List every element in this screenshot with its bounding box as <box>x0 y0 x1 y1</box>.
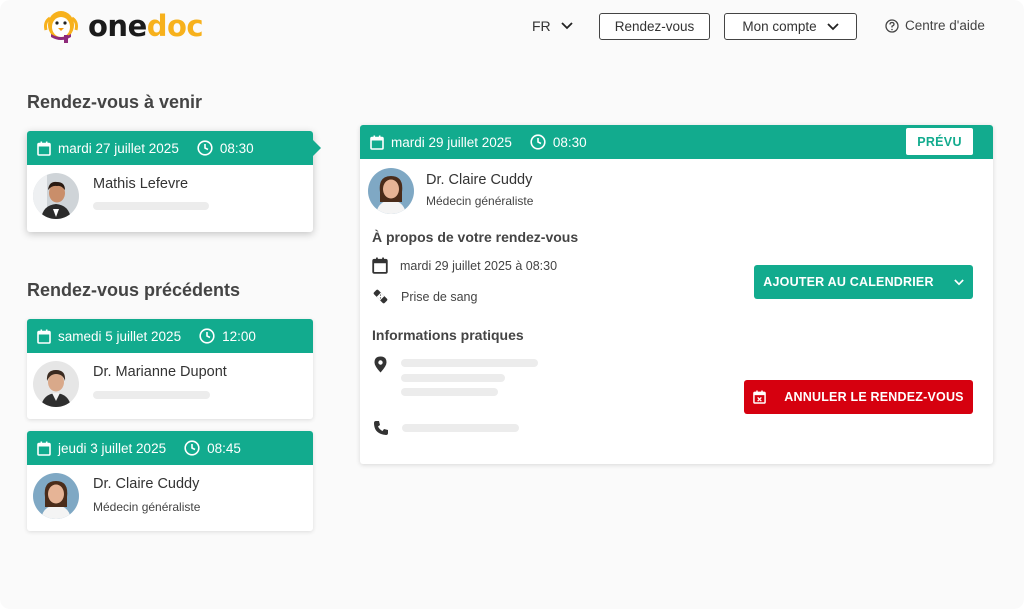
practitioner-name: Dr. Marianne Dupont <box>93 364 227 380</box>
cancel-appointment-label: ANNULER LE RENDEZ-VOUS <box>784 390 964 404</box>
calendar-icon <box>370 135 384 150</box>
past-appointment-card[interactable]: jeudi 3 juillet 2025 08:45 Dr. Claire Cu… <box>27 431 313 531</box>
onedoc-logo[interactable]: onedoc <box>42 8 204 44</box>
skeleton-placeholder <box>401 388 498 396</box>
appointment-reason: Prise de sang <box>401 289 478 304</box>
detail-header: mardi 29 juillet 2025 08:30 PRÉVU <box>360 125 993 159</box>
question-circle-icon <box>885 18 899 33</box>
past-section-title: Rendez-vous précédents <box>27 280 241 300</box>
appointments-button-label: Rendez-vous <box>614 19 695 34</box>
help-center-label: Centre d'aide <box>905 18 985 33</box>
card-header: jeudi 3 juillet 2025 08:45 <box>27 431 313 465</box>
skeleton-placeholder <box>402 424 519 432</box>
appointment-reason-row: Prise de sang <box>372 288 477 305</box>
location-pin-icon <box>374 356 387 373</box>
clock-icon <box>197 140 213 156</box>
status-badge: PRÉVU <box>906 128 973 155</box>
practitioner-name: Mathis Lefevre <box>93 176 189 192</box>
card-header: mardi 27 juillet 2025 08:30 <box>27 131 321 165</box>
calendar-icon <box>37 329 51 344</box>
avatar <box>33 173 79 219</box>
skeleton-placeholder <box>93 391 210 399</box>
practitioner-specialty: Médecin généraliste <box>93 500 201 514</box>
add-to-calendar-button[interactable]: AJOUTER AU CALENDRIER <box>754 265 973 299</box>
logo-text-doc: doc <box>146 9 204 43</box>
language-label: FR <box>532 18 551 34</box>
appointment-detail-panel: mardi 29 juillet 2025 08:30 PRÉVU Dr. Cl… <box>360 125 993 464</box>
about-section-title: À propos de votre rendez-vous <box>372 229 579 245</box>
past-appointment-card[interactable]: samedi 5 juillet 2025 12:00 Dr. Marianne… <box>27 319 313 419</box>
selected-arrow <box>313 140 321 156</box>
detail-practitioner-name: Dr. Claire Cuddy <box>426 172 533 188</box>
phone-icon <box>374 421 388 435</box>
skeleton-placeholder <box>401 374 505 382</box>
penguin-logo-icon <box>44 11 78 43</box>
chevron-down-icon <box>561 22 573 30</box>
chevron-down-icon <box>827 22 839 30</box>
logo-wordmark: onedoc <box>88 9 204 43</box>
appointment-time: 08:30 <box>219 140 254 156</box>
avatar <box>33 361 79 407</box>
clock-icon <box>184 440 200 456</box>
appointment-date: mardi 27 juillet 2025 <box>58 140 179 156</box>
appointments-button[interactable]: Rendez-vous <box>599 13 710 40</box>
cancel-appointment-button[interactable]: ANNULER LE RENDEZ-VOUS <box>744 380 973 414</box>
upcoming-section-title: Rendez-vous à venir <box>27 92 203 112</box>
chevron-down-icon <box>953 278 964 285</box>
appointment-date: samedi 5 juillet 2025 <box>58 328 182 344</box>
bandage-icon <box>373 289 388 304</box>
detail-date: mardi 29 juillet 2025 <box>391 134 512 150</box>
appointment-datetime: mardi 29 juillet 2025 à 08:30 <box>400 258 558 273</box>
detail-time: 08:30 <box>552 134 587 150</box>
skeleton-placeholder <box>401 359 538 367</box>
language-selector[interactable]: FR <box>532 18 573 34</box>
calendar-icon <box>37 441 51 456</box>
avatar <box>368 168 414 214</box>
clock-icon <box>199 328 215 344</box>
appointment-date: jeudi 3 juillet 2025 <box>58 440 167 456</box>
detail-practitioner-specialty: Médecin généraliste <box>426 194 534 208</box>
logo-text-one: one <box>88 9 147 43</box>
calendar-cancel-icon <box>753 390 767 404</box>
upcoming-appointment-card[interactable]: mardi 27 juillet 2025 08:30 Mathis Lefev… <box>27 131 321 232</box>
avatar <box>33 473 79 519</box>
practitioner-name: Dr. Claire Cuddy <box>93 476 200 492</box>
help-center-link[interactable]: Centre d'aide <box>885 18 985 33</box>
appointment-time: 12:00 <box>222 328 256 344</box>
appointment-time: 08:45 <box>207 440 241 456</box>
practical-info-title: Informations pratiques <box>372 327 524 343</box>
add-to-calendar-label: AJOUTER AU CALENDRIER <box>763 275 934 289</box>
card-header: samedi 5 juillet 2025 12:00 <box>27 319 313 353</box>
clock-icon <box>530 134 546 150</box>
account-menu-button[interactable]: Mon compte <box>724 13 857 40</box>
skeleton-placeholder <box>93 202 209 210</box>
appointment-datetime-row: mardi 29 juillet 2025 à 08:30 <box>372 257 557 274</box>
account-button-label: Mon compte <box>742 19 817 34</box>
calendar-icon <box>37 141 51 156</box>
app-frame: onedoc FR Rendez-vous Mon compte Centre … <box>0 0 1024 609</box>
calendar-icon <box>372 257 388 274</box>
